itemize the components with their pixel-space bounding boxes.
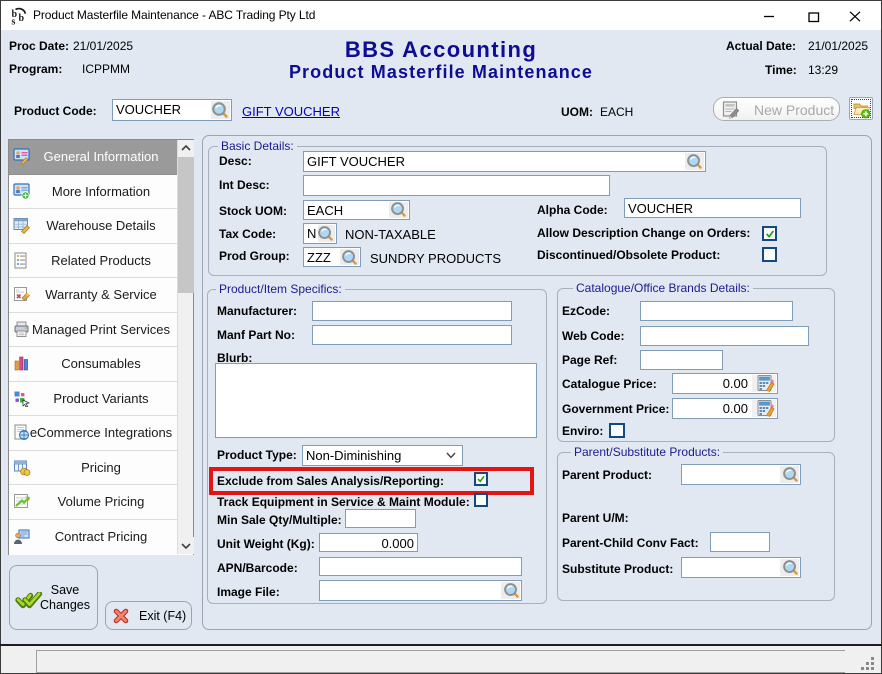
svg-text:s: s bbox=[12, 17, 16, 28]
svg-text:b: b bbox=[19, 13, 25, 24]
